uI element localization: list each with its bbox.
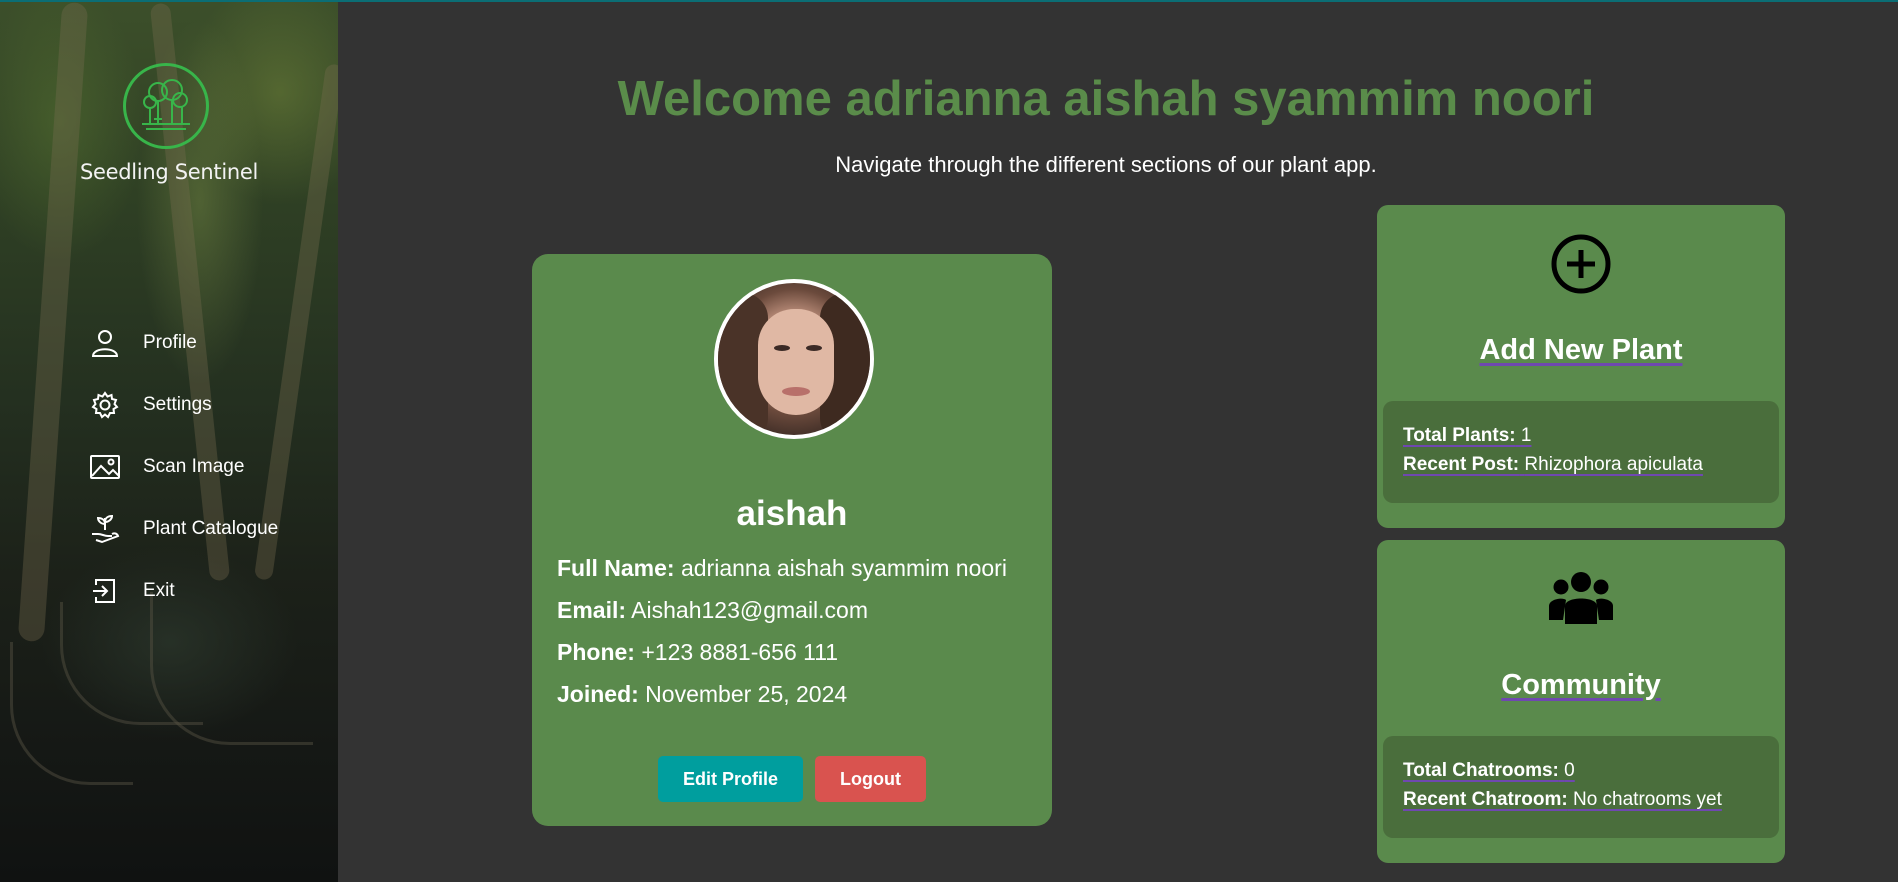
exit-icon: [88, 574, 122, 608]
total-plants-row: Total Plants: 1: [1403, 425, 1531, 447]
plus-circle-icon: [1377, 233, 1785, 300]
avatar: [714, 279, 874, 439]
full-name-label: Full Name:: [557, 555, 675, 581]
page-subtitle: Navigate through the different sections …: [835, 152, 1377, 177]
app-logo: [123, 63, 209, 149]
profile-info: Full Name: adrianna aishah syammim noori…: [557, 552, 1007, 720]
sidebar-item-exit[interactable]: Exit: [88, 560, 278, 622]
avatar-lips-decoration: [782, 387, 810, 396]
joined-value: November 25, 2024: [645, 681, 848, 707]
phone-label: Phone:: [557, 639, 635, 665]
total-chatrooms-label: Total Chatrooms:: [1403, 760, 1559, 781]
total-chatrooms-row: Total Chatrooms: 0: [1403, 760, 1575, 782]
add-plant-link[interactable]: Add New Plant: [1479, 334, 1682, 366]
brand-name: Seedling Sentinel: [79, 160, 259, 184]
profile-card: aishah Full Name: adrianna aishah syammi…: [532, 254, 1052, 826]
community-stats: Total Chatrooms: 0 Recent Chatroom: No c…: [1383, 736, 1779, 838]
joined-row: Joined: November 25, 2024: [557, 678, 1007, 720]
edit-profile-button[interactable]: Edit Profile: [658, 756, 804, 802]
tree-trunk-decoration: [17, 2, 89, 643]
full-name-value: adrianna aishah syammim noori: [680, 555, 1007, 581]
total-plants-label: Total Plants:: [1403, 425, 1516, 446]
sidebar-item-label: Scan Image: [143, 456, 245, 477]
main-content: Welcome adrianna aishah syammim noori Na…: [338, 0, 1898, 882]
community-card[interactable]: Community Total Chatrooms: 0 Recent Chat…: [1377, 540, 1785, 863]
recent-post-label: Recent Post:: [1403, 454, 1520, 475]
phone-row: Phone: +123 8881-656 111: [557, 636, 1007, 678]
plant-hand-icon: [88, 512, 122, 546]
full-name-row: Full Name: adrianna aishah syammim noori: [557, 552, 1007, 594]
tree-logo-icon: [142, 79, 190, 130]
email-value: Aishah123@gmail.com: [631, 597, 869, 623]
recent-post-row: Recent Post: Rhizophora apiculata: [1403, 454, 1703, 476]
sidebar-item-settings[interactable]: Settings: [88, 374, 278, 436]
users-icon: [1377, 570, 1785, 629]
sidebar-item-scan-image[interactable]: Scan Image: [88, 436, 278, 498]
avatar-face-decoration: [758, 309, 834, 415]
sidebar-item-label: Plant Catalogue: [143, 518, 279, 539]
email-row: Email: Aishah123@gmail.com: [557, 594, 1007, 636]
sidebar-nav: Profile Settings Scan Image Plant Catalo…: [88, 312, 278, 622]
sidebar-item-label: Profile: [143, 332, 197, 353]
profile-username: aishah: [736, 494, 848, 533]
user-icon: [88, 326, 122, 360]
welcome-heading: Welcome adrianna aishah syammim noori: [617, 72, 1595, 126]
joined-label: Joined:: [557, 681, 639, 707]
recent-chatroom-row: Recent Chatroom: No chatrooms yet: [1403, 789, 1722, 811]
sidebar-item-plant-catalogue[interactable]: Plant Catalogue: [88, 498, 278, 560]
profile-actions: Edit Profile Logout: [532, 756, 1052, 802]
total-chatrooms-value: 0: [1564, 760, 1575, 781]
sidebar-item-profile[interactable]: Profile: [88, 312, 278, 374]
email-label: Email:: [557, 597, 627, 623]
avatar-eye-decoration: [774, 345, 790, 351]
add-plant-stats: Total Plants: 1 Recent Post: Rhizophora …: [1383, 401, 1779, 503]
add-plant-title[interactable]: Add New Plant: [1377, 334, 1785, 367]
avatar-eye-decoration: [806, 345, 822, 351]
logout-button[interactable]: Logout: [815, 756, 926, 802]
recent-chatroom-label: Recent Chatroom:: [1403, 789, 1568, 810]
gear-icon: [88, 388, 122, 422]
image-icon: [88, 450, 122, 484]
add-plant-card[interactable]: Add New Plant Total Plants: 1 Recent Pos…: [1377, 205, 1785, 528]
sidebar-item-label: Settings: [143, 394, 212, 415]
sidebar-item-label: Exit: [143, 580, 175, 601]
sidebar: Seedling Sentinel Profile Settings Scan …: [0, 2, 338, 882]
total-plants-value: 1: [1520, 425, 1532, 446]
community-link[interactable]: Community: [1501, 669, 1661, 701]
phone-value: +123 8881-656 111: [641, 639, 839, 665]
root-decoration: [10, 642, 133, 785]
recent-post-value: Rhizophora apiculata: [1524, 454, 1703, 475]
community-title[interactable]: Community: [1377, 669, 1785, 702]
recent-chatroom-value: No chatrooms yet: [1572, 789, 1722, 810]
